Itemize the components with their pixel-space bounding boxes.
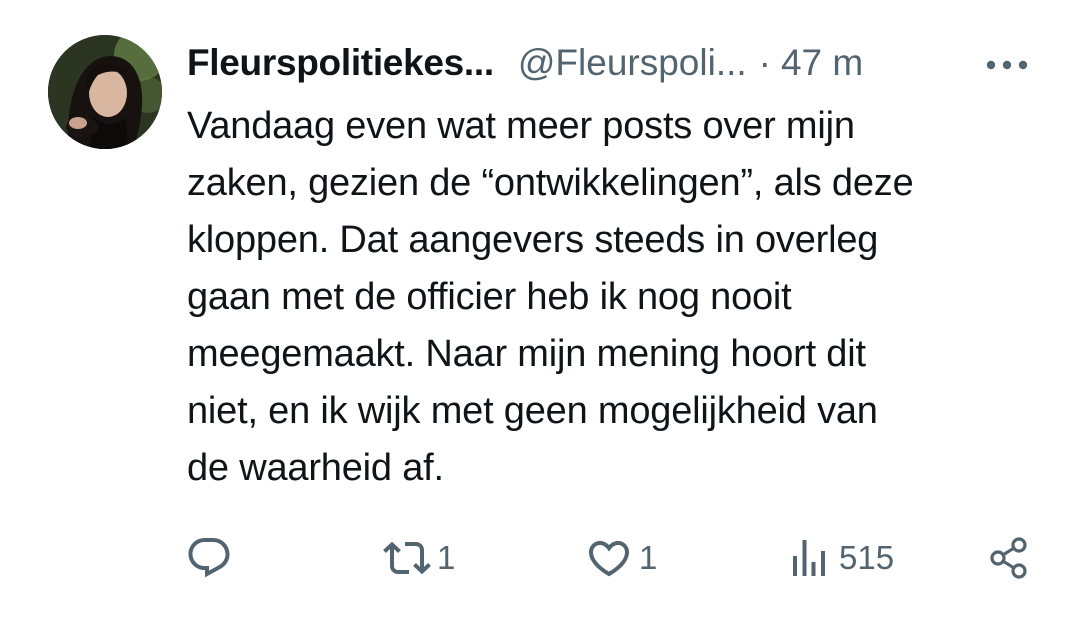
views-icon	[793, 540, 825, 576]
avatar[interactable]	[48, 35, 162, 149]
retweet-icon	[383, 541, 431, 575]
display-name[interactable]: Fleurspolitiekes...	[187, 38, 494, 88]
tweet-header: Fleurspolitiekes... @Fleurspoli... · 47 …	[187, 38, 1047, 88]
heart-icon	[588, 541, 630, 577]
avatar-photo	[48, 35, 162, 149]
tweet-text-line: niet, en ik wijk met geen mogelijkheid v…	[187, 390, 878, 432]
tweet-text-line: kloppen. Dat aangevers steeds in overleg	[187, 219, 879, 261]
tweet-text-line: zaken, gezien de “ontwikkelingen”, als d…	[187, 162, 914, 204]
user-handle[interactable]: @Fleurspoli...	[518, 38, 747, 88]
retweet-count: 1	[437, 539, 456, 576]
views-count: 515	[839, 539, 895, 576]
tweet-text-line: meegemaakt. Naar mijn mening hoort dit	[187, 333, 866, 375]
tweet-text: Vandaag even wat meer posts over mijn za…	[187, 98, 1047, 497]
tweet[interactable]: Fleurspolitiekes... @Fleurspoli... · 47 …	[0, 0, 1080, 617]
tweet-text-line: gaan met de officier heb ik nog nooit	[187, 276, 792, 318]
tweet-text-line: Vandaag even wat meer posts over mijn	[187, 105, 855, 147]
share-button[interactable]	[985, 530, 1033, 586]
reply-button[interactable]	[185, 530, 239, 586]
like-button[interactable]: 1	[585, 530, 657, 586]
retweet-button[interactable]: 1	[383, 530, 455, 586]
more-icon[interactable]	[986, 60, 1028, 70]
share-icon	[990, 537, 1027, 579]
separator-dot: ·	[758, 42, 771, 83]
views-button[interactable]: 515	[785, 530, 894, 586]
reply-icon	[188, 538, 230, 578]
action-bar: 1 1 515	[185, 530, 1045, 586]
tweet-text-line: de waarheid af.	[187, 447, 444, 489]
timestamp[interactable]: 47 m	[781, 38, 863, 88]
like-count: 1	[639, 539, 658, 576]
